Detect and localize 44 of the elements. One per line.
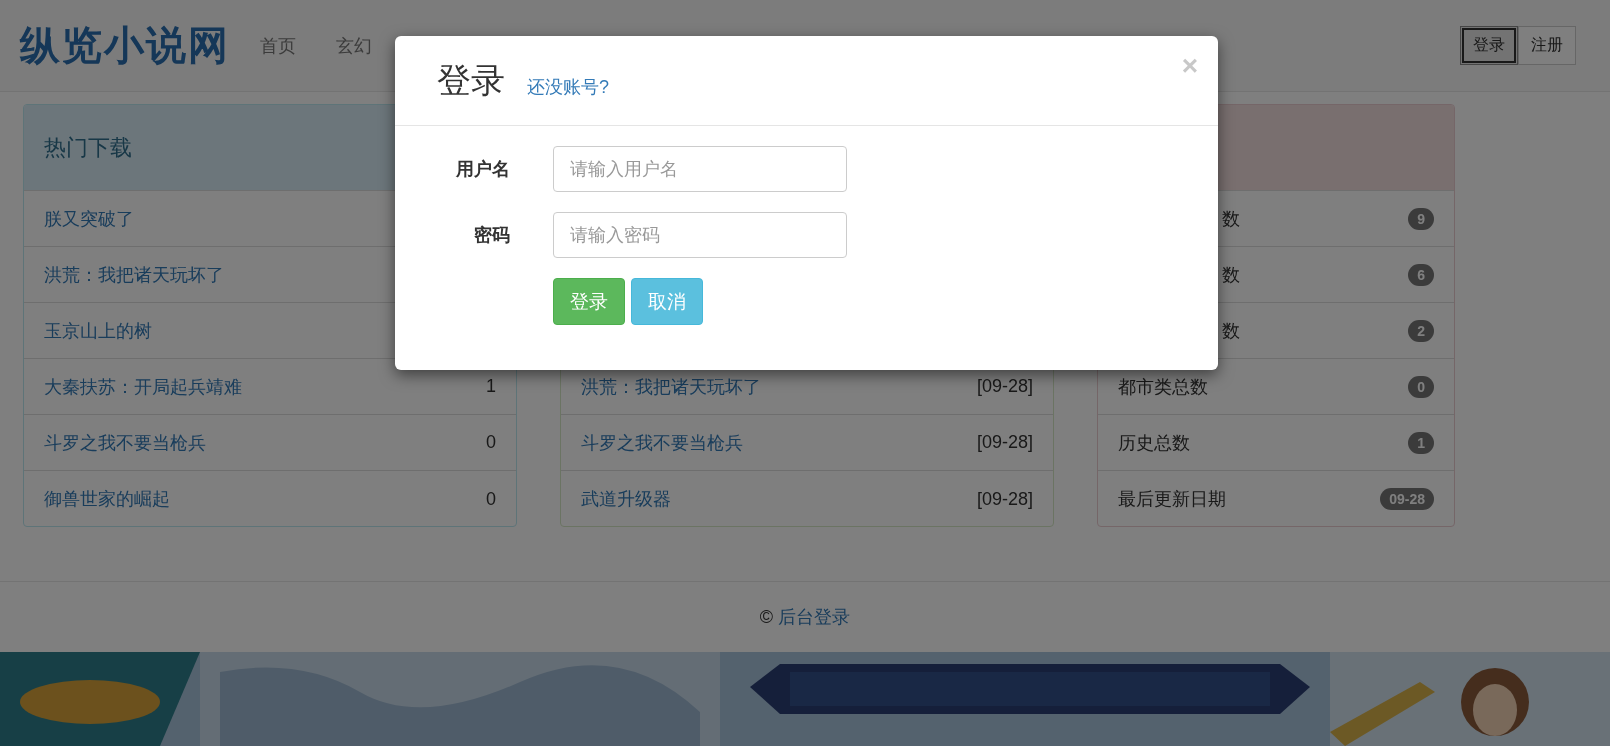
dialog-title: 登录 bbox=[437, 59, 505, 101]
field-label: 密码 bbox=[473, 224, 510, 247]
stat-label: 历史总数 bbox=[1118, 431, 1190, 455]
update-date: [09-28] bbox=[976, 376, 1033, 397]
count-badge: 9 bbox=[1408, 207, 1434, 230]
download-count: 1 bbox=[486, 376, 496, 397]
update-date: [09-28] bbox=[976, 432, 1033, 453]
stat-label: 数 bbox=[1222, 319, 1240, 343]
stat-label: 数 bbox=[1222, 263, 1240, 287]
register-button[interactable]: 注册 bbox=[1518, 26, 1576, 65]
count-badge: 1 bbox=[1408, 431, 1434, 454]
update-date: [09-28] bbox=[976, 488, 1033, 510]
book-link[interactable]: 御兽世家的崛起 bbox=[44, 487, 170, 511]
signup-link[interactable]: 还没账号? bbox=[527, 74, 609, 99]
count-badge: 09-28 bbox=[1380, 488, 1434, 510]
book-link[interactable]: 洪荒：我把诸天玩坏了 bbox=[44, 262, 224, 287]
book-link[interactable]: 大秦扶苏：开局起兵靖难 bbox=[44, 374, 242, 399]
book-link[interactable]: 武道升级器 bbox=[581, 487, 671, 511]
stat-label: 数 bbox=[1222, 207, 1240, 231]
admin-login-link[interactable]: 后台登录 bbox=[778, 607, 851, 627]
close-button[interactable]: × bbox=[1181, 52, 1198, 80]
login-submit-button[interactable]: 登录 bbox=[553, 278, 625, 325]
site-logo[interactable]: 纵览小说网 bbox=[20, 18, 230, 73]
stat-label: 最后更新日期 bbox=[1118, 488, 1226, 511]
footer-text: © 后台登录 bbox=[759, 606, 851, 629]
nav-link[interactable]: 首页 bbox=[260, 33, 296, 58]
cancel-button[interactable]: 取消 bbox=[631, 278, 703, 325]
username-field[interactable]: 请输入用户名 bbox=[553, 146, 847, 192]
field-label: 用户名 bbox=[455, 158, 510, 181]
password-field[interactable]: 请输入密码 bbox=[553, 212, 847, 258]
count-badge: 0 bbox=[1408, 375, 1434, 398]
count-badge: 2 bbox=[1408, 319, 1434, 342]
nav-link[interactable]: 玄幻 bbox=[336, 33, 372, 58]
panel-title: 热门下载 bbox=[44, 133, 132, 162]
count-badge: 6 bbox=[1408, 263, 1434, 286]
download-count: 0 bbox=[486, 488, 496, 510]
stat-label: 都市类总数 bbox=[1118, 375, 1208, 399]
book-link[interactable]: 玉京山上的树 bbox=[44, 318, 152, 343]
book-link[interactable]: 斗罗之我不要当枪兵 bbox=[44, 430, 206, 455]
book-link[interactable]: 朕又突破了 bbox=[44, 206, 134, 231]
download-count: 0 bbox=[486, 432, 496, 453]
book-link[interactable]: 洪荒：我把诸天玩坏了 bbox=[581, 374, 761, 399]
book-link[interactable]: 斗罗之我不要当枪兵 bbox=[581, 430, 743, 455]
login-button[interactable]: 登录 bbox=[1460, 26, 1518, 65]
